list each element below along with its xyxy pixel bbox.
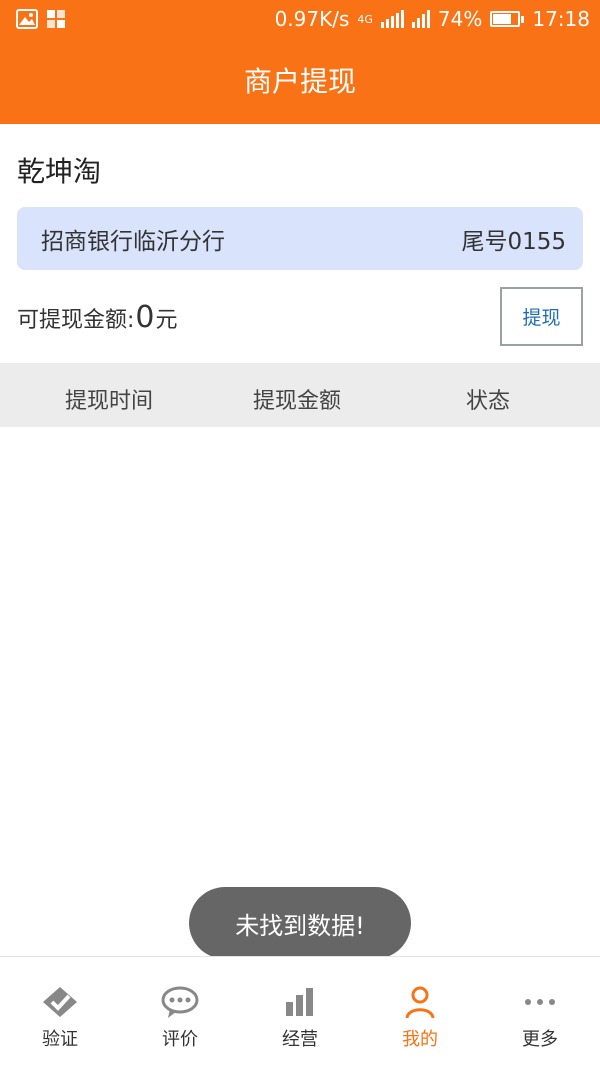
nav-label-business: 经营 xyxy=(282,1029,318,1050)
bank-card-tail: 尾号0155 xyxy=(461,228,566,255)
nav-tab-verify[interactable]: 验证 xyxy=(0,957,120,1067)
nav-label-review: 评价 xyxy=(162,1029,198,1050)
signal-icon xyxy=(380,10,404,28)
bar-chart-icon xyxy=(286,988,313,1016)
bank-name: 招商银行临沂分行 xyxy=(41,228,225,255)
net-speed: 0.97K/s xyxy=(274,7,350,31)
comment-icon xyxy=(161,986,199,1018)
more-icon xyxy=(525,999,555,1005)
image-icon xyxy=(16,9,38,29)
bottom-nav: 验证 评价 经营 我的 更多 xyxy=(0,956,600,1067)
status-bar: 0.97K/s 4G 74% 17:18 xyxy=(0,0,600,40)
withdraw-button[interactable]: 提现 xyxy=(500,287,583,346)
balance-label: 可提现金额: xyxy=(17,308,135,333)
nav-label-verify: 验证 xyxy=(42,1029,78,1050)
available-balance: 可提现金额: 0 元 xyxy=(17,300,178,335)
column-header-time: 提现时间 xyxy=(65,389,154,414)
nav-tab-review[interactable]: 评价 xyxy=(120,957,240,1067)
clock: 17:18 xyxy=(532,7,590,31)
withdraw-table-header: 提现时间 提现金额 状态 xyxy=(0,363,600,427)
battery-fill xyxy=(493,14,512,24)
nav-tab-mine[interactable]: 我的 xyxy=(360,957,480,1067)
signal-icon xyxy=(411,10,430,28)
app-grid-icon xyxy=(47,10,65,28)
balance-unit: 元 xyxy=(155,308,178,333)
battery-percent: 74% xyxy=(437,7,483,31)
nav-tab-business[interactable]: 经营 xyxy=(240,957,360,1067)
balance-amount: 0 xyxy=(135,300,155,335)
toast-message: 未找到数据! xyxy=(189,887,411,959)
merchant-name: 乾坤淘 xyxy=(17,155,102,188)
network-type: 4G xyxy=(357,12,373,26)
nav-label-mine: 我的 xyxy=(402,1029,438,1050)
column-header-status: 状态 xyxy=(466,389,511,414)
nav-tab-more[interactable]: 更多 xyxy=(480,957,600,1067)
verify-icon xyxy=(43,987,77,1017)
bank-card[interactable]: 招商银行临沂分行 尾号0155 xyxy=(17,207,583,270)
battery-icon xyxy=(490,11,525,27)
nav-label-more: 更多 xyxy=(522,1029,558,1050)
page-title: 商户提现 xyxy=(243,65,356,98)
column-header-amount: 提现金额 xyxy=(253,389,342,414)
person-icon xyxy=(405,986,435,1019)
